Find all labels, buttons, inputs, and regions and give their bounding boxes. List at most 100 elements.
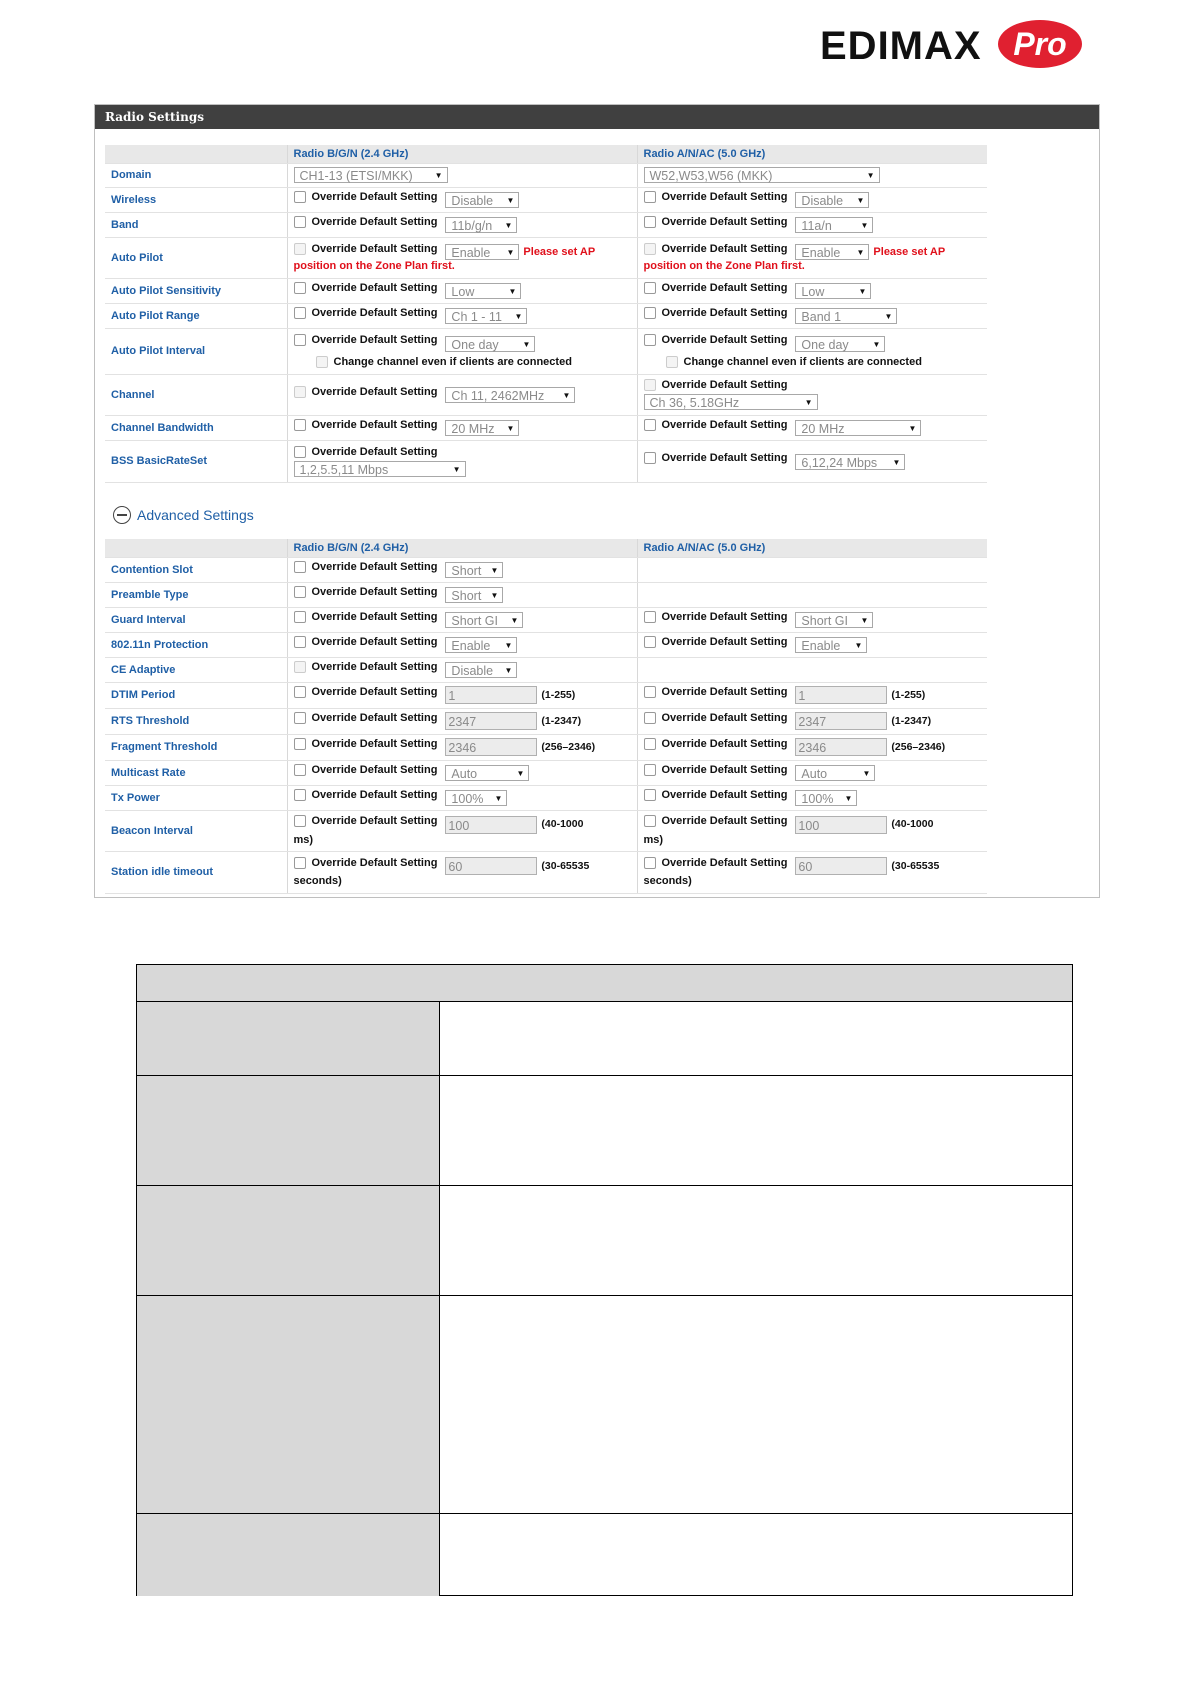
override-checkbox[interactable] [643, 610, 656, 623]
wireless-select-5[interactable]: Disable [795, 192, 870, 209]
ap-interval-select-24[interactable]: One day [445, 335, 536, 353]
domain-select-24[interactable]: CH1-13 (ETSI/MKK) [293, 167, 448, 184]
override-checkbox[interactable] [293, 815, 306, 828]
override-checkbox[interactable] [293, 737, 306, 750]
override-checkbox[interactable] [293, 763, 306, 776]
zone-plan-warning-cont: position on the Zone Plan first. [293, 260, 455, 273]
table-row: Auto Pilot Range Override Default Settin… [105, 303, 987, 329]
wireless-select-24[interactable]: Disable [445, 192, 520, 209]
change-channel-checkbox[interactable] [665, 355, 678, 368]
panel-title: Radio Settings [95, 105, 1099, 129]
override-checkbox[interactable] [293, 560, 306, 573]
channel-select-5[interactable]: Ch 36, 5.18GHz [643, 394, 818, 411]
contention-slot-select-24[interactable]: Short [445, 562, 504, 579]
override-checkbox[interactable] [643, 281, 656, 294]
beacon-input-24[interactable]: 100 [445, 815, 538, 834]
row-label-tx-power: Tx Power [105, 785, 287, 811]
multicast-rate-select-5[interactable]: Auto [795, 765, 876, 782]
ap-range-select-24[interactable]: Ch 1 - 11 [445, 308, 528, 325]
bss-rate-select-5[interactable]: 6,12,24 Mbps [795, 453, 906, 471]
override-checkbox[interactable] [643, 815, 656, 828]
override-checkbox[interactable] [293, 685, 306, 698]
channel-select-24[interactable]: Ch 11, 2462MHz [445, 387, 576, 404]
override-checkbox[interactable] [643, 737, 656, 750]
protection-select-5[interactable]: Enable [795, 637, 868, 654]
override-checkbox[interactable] [293, 385, 306, 398]
rts-input-24[interactable]: 2347 [445, 712, 538, 731]
protection-select-24[interactable]: Enable [445, 637, 518, 654]
ap-range-select-5[interactable]: Band 1 [795, 308, 898, 325]
auto-pilot-select-5[interactable]: Enable [795, 244, 870, 261]
table-row: Beacon Interval Override Default Setting… [105, 810, 987, 852]
change-channel-checkbox[interactable] [315, 355, 328, 368]
override-checkbox[interactable] [293, 788, 306, 801]
preamble-type-select-24[interactable]: Short [445, 587, 504, 604]
guard-interval-select-24[interactable]: Short GI [445, 612, 524, 629]
override-checkbox[interactable] [643, 215, 656, 228]
ap-sensitivity-select-5[interactable]: Low [795, 283, 872, 300]
guard-interval-select-5[interactable]: Short GI [795, 612, 874, 629]
table-row: Tx Power Override Default Setting100% Ov… [105, 785, 987, 811]
band-select-24[interactable]: 11b/g/n [445, 217, 518, 234]
auto-pilot-select-24[interactable]: Enable [445, 244, 520, 261]
ap-sensitivity-select-24[interactable]: Low [445, 283, 522, 300]
override-checkbox[interactable] [293, 635, 306, 648]
domain-select-5[interactable]: W52,W53,W56 (MKK) [643, 167, 880, 184]
dtim-input-24[interactable]: 1 [445, 686, 538, 705]
override-checkbox[interactable] [643, 306, 656, 319]
dtim-input-5[interactable]: 1 [795, 686, 888, 705]
override-checkbox[interactable] [643, 711, 656, 724]
bandwidth-select-24[interactable]: 20 MHz [445, 420, 520, 437]
override-checkbox[interactable] [643, 856, 656, 869]
override-checkbox[interactable] [643, 788, 656, 801]
beacon-input-5[interactable]: 100 [795, 815, 888, 834]
override-checkbox[interactable] [643, 452, 656, 465]
override-checkbox[interactable] [293, 660, 306, 673]
bss-rate-select-24[interactable]: 1,2,5.5,11 Mbps [293, 460, 466, 478]
override-checkbox[interactable] [293, 610, 306, 623]
override-checkbox[interactable] [293, 215, 306, 228]
description-table [136, 964, 1073, 1596]
override-checkbox[interactable] [643, 379, 656, 391]
override-checkbox[interactable] [643, 242, 656, 255]
column-header-24ghz: Radio B/G/N (2.4 GHz) [286, 539, 637, 558]
bandwidth-select-5[interactable]: 20 MHz [795, 420, 922, 437]
row-label-station-idle-timeout: Station idle timeout [105, 851, 287, 894]
advanced-settings-toggle[interactable]: Advanced Settings [113, 503, 254, 527]
description-table-header [137, 965, 1072, 1001]
override-checkbox[interactable] [293, 585, 306, 598]
radio-settings-panel: Radio Settings Radio B/G/N (2.4 GHz) Rad… [94, 104, 1100, 898]
override-checkbox[interactable] [643, 190, 656, 203]
table-row: Guard Interval Override Default Setting S… [105, 607, 987, 633]
row-label-channel: Channel [105, 374, 287, 416]
override-checkbox[interactable] [293, 242, 306, 255]
ce-adaptive-select-24[interactable]: Disable [445, 662, 518, 679]
override-checkbox[interactable] [643, 685, 656, 698]
override-checkbox[interactable] [293, 711, 306, 724]
override-checkbox[interactable] [643, 763, 656, 776]
override-checkbox[interactable] [293, 334, 306, 347]
ap-interval-select-5[interactable]: One day [795, 335, 886, 353]
rts-input-5[interactable]: 2347 [795, 712, 888, 731]
row-label-fragment-threshold: Fragment Threshold [105, 734, 287, 761]
override-checkbox[interactable] [293, 306, 306, 319]
fragment-input-5[interactable]: 2346 [795, 738, 888, 757]
band-select-5[interactable]: 11a/n [795, 217, 874, 234]
override-checkbox[interactable] [293, 445, 306, 458]
table-row: DTIM Period Override Default Setting 1 (1-… [105, 682, 987, 709]
tx-power-select-24[interactable]: 100% [445, 790, 508, 807]
override-checkbox[interactable] [643, 635, 656, 648]
idle-timeout-input-24[interactable]: 60 [445, 857, 538, 876]
tx-power-select-5[interactable]: 100% [795, 790, 858, 807]
row-label-bss-basic-rate-set: BSS BasicRateSet [105, 440, 287, 483]
table-row: Channel Bandwidth Override Default Setti… [105, 415, 987, 441]
fragment-input-24[interactable]: 2346 [445, 738, 538, 757]
override-checkbox[interactable] [643, 418, 656, 431]
override-checkbox[interactable] [293, 856, 306, 869]
multicast-rate-select-24[interactable]: Auto [445, 765, 530, 782]
override-checkbox[interactable] [293, 281, 306, 294]
override-checkbox[interactable] [293, 418, 306, 431]
override-checkbox[interactable] [293, 190, 306, 203]
override-checkbox[interactable] [643, 334, 656, 347]
idle-timeout-input-5[interactable]: 60 [795, 857, 888, 876]
